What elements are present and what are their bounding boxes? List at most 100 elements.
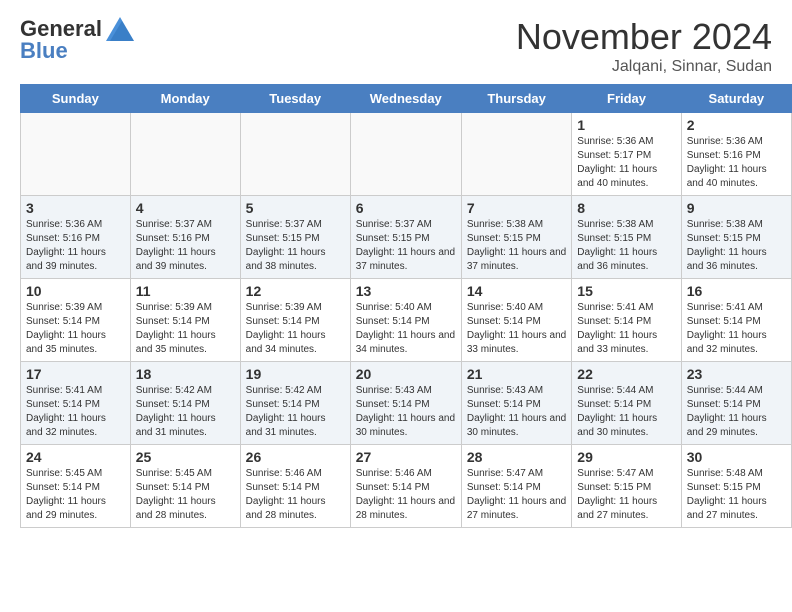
day-number: 17 [26, 366, 125, 382]
day-detail: Sunrise: 5:46 AM Sunset: 5:14 PM Dayligh… [356, 467, 456, 523]
calendar-day-cell: 22Sunrise: 5:44 AM Sunset: 5:14 PM Dayli… [572, 362, 681, 445]
day-number: 7 [467, 200, 566, 216]
day-detail: Sunrise: 5:45 AM Sunset: 5:14 PM Dayligh… [136, 467, 235, 523]
calendar-week-row: 17 Sunrise: 5:41 AM Sunset: 5:14 PM Dayli… [21, 362, 792, 445]
calendar-day-cell: 26Sunrise: 5:46 AM Sunset: 5:14 PM Dayli… [240, 445, 350, 528]
calendar-week-row: 10 Sunrise: 5:39 AM Sunset: 5:14 PM Dayli… [21, 279, 792, 362]
title-section: November 2024 Jalqani, Sinnar, Sudan [516, 16, 772, 76]
day-number: 1 [577, 117, 675, 133]
calendar-day-cell: 21Sunrise: 5:43 AM Sunset: 5:14 PM Dayli… [461, 362, 571, 445]
day-detail: Sunrise: 5:45 AM Sunset: 5:14 PM Dayligh… [26, 467, 125, 523]
calendar-day-cell: 1 Sunrise: 5:36 AM Sunset: 5:17 PM Daylig… [572, 113, 681, 196]
day-detail: Sunrise: 5:36 AM Sunset: 5:16 PM Dayligh… [26, 218, 125, 274]
day-detail: Sunrise: 5:43 AM Sunset: 5:14 PM Dayligh… [356, 384, 456, 440]
calendar-day-cell: 7 Sunrise: 5:38 AM Sunset: 5:15 PM Daylig… [461, 196, 571, 279]
day-detail: Sunrise: 5:41 AM Sunset: 5:14 PM Dayligh… [687, 301, 786, 357]
calendar-week-row: 24 Sunrise: 5:45 AM Sunset: 5:14 PM Dayli… [21, 445, 792, 528]
day-number: 2 [687, 117, 786, 133]
day-detail: Sunrise: 5:42 AM Sunset: 5:14 PM Dayligh… [246, 384, 345, 440]
day-detail: Sunrise: 5:37 AM Sunset: 5:15 PM Dayligh… [356, 218, 456, 274]
location: Jalqani, Sinnar, Sudan [516, 58, 772, 76]
calendar-week-row: 1 Sunrise: 5:36 AM Sunset: 5:17 PM Daylig… [21, 113, 792, 196]
day-number: 29 [577, 449, 675, 465]
calendar-day-cell: 13 Sunrise: 5:40 AM Sunset: 5:14 PM Dayli… [350, 279, 461, 362]
calendar-header-row: SundayMondayTuesdayWednesdayThursdayFrid… [21, 85, 792, 113]
calendar-day-cell: 10 Sunrise: 5:39 AM Sunset: 5:14 PM Dayli… [21, 279, 131, 362]
calendar-day-cell [21, 113, 131, 196]
day-detail: Sunrise: 5:39 AM Sunset: 5:14 PM Dayligh… [26, 301, 125, 357]
calendar-day-cell: 25 Sunrise: 5:45 AM Sunset: 5:14 PM Dayli… [130, 445, 240, 528]
calendar-day-cell: 30 Sunrise: 5:48 AM Sunset: 5:15 PM Dayli… [681, 445, 791, 528]
calendar-day-cell: 3 Sunrise: 5:36 AM Sunset: 5:16 PM Daylig… [21, 196, 131, 279]
day-detail: Sunrise: 5:40 AM Sunset: 5:14 PM Dayligh… [467, 301, 566, 357]
calendar-day-header: Thursday [461, 85, 571, 113]
logo-icon [106, 17, 134, 41]
calendar-day-cell: 29 Sunrise: 5:47 AM Sunset: 5:15 PM Dayli… [572, 445, 681, 528]
day-number: 20 [356, 366, 456, 382]
calendar-day-cell: 5Sunrise: 5:37 AM Sunset: 5:15 PM Daylig… [240, 196, 350, 279]
day-number: 9 [687, 200, 786, 216]
day-number: 21 [467, 366, 566, 382]
day-detail: Sunrise: 5:36 AM Sunset: 5:16 PM Dayligh… [687, 135, 786, 191]
calendar-day-cell [461, 113, 571, 196]
day-number: 3 [26, 200, 125, 216]
day-number: 30 [687, 449, 786, 465]
calendar-day-cell: 15 Sunrise: 5:41 AM Sunset: 5:14 PM Dayli… [572, 279, 681, 362]
calendar-day-cell: 2 Sunrise: 5:36 AM Sunset: 5:16 PM Daylig… [681, 113, 791, 196]
day-detail: Sunrise: 5:38 AM Sunset: 5:15 PM Dayligh… [577, 218, 675, 274]
day-number: 27 [356, 449, 456, 465]
day-detail: Sunrise: 5:40 AM Sunset: 5:14 PM Dayligh… [356, 301, 456, 357]
day-number: 12 [246, 283, 345, 299]
calendar-day-cell: 19Sunrise: 5:42 AM Sunset: 5:14 PM Dayli… [240, 362, 350, 445]
day-detail: Sunrise: 5:44 AM Sunset: 5:14 PM Dayligh… [577, 384, 675, 440]
calendar-day-cell: 14Sunrise: 5:40 AM Sunset: 5:14 PM Dayli… [461, 279, 571, 362]
logo: General Blue [20, 16, 134, 64]
day-detail: Sunrise: 5:47 AM Sunset: 5:14 PM Dayligh… [467, 467, 566, 523]
day-detail: Sunrise: 5:37 AM Sunset: 5:16 PM Dayligh… [136, 218, 235, 274]
calendar-day-cell [240, 113, 350, 196]
calendar-day-header: Friday [572, 85, 681, 113]
day-number: 8 [577, 200, 675, 216]
calendar-day-cell: 17 Sunrise: 5:41 AM Sunset: 5:14 PM Dayli… [21, 362, 131, 445]
day-number: 4 [136, 200, 235, 216]
day-number: 26 [246, 449, 345, 465]
calendar-day-cell: 18 Sunrise: 5:42 AM Sunset: 5:14 PM Dayli… [130, 362, 240, 445]
calendar-day-cell: 27 Sunrise: 5:46 AM Sunset: 5:14 PM Dayli… [350, 445, 461, 528]
day-number: 10 [26, 283, 125, 299]
day-detail: Sunrise: 5:41 AM Sunset: 5:14 PM Dayligh… [26, 384, 125, 440]
day-number: 18 [136, 366, 235, 382]
day-detail: Sunrise: 5:37 AM Sunset: 5:15 PM Dayligh… [246, 218, 345, 274]
day-number: 25 [136, 449, 235, 465]
day-number: 16 [687, 283, 786, 299]
day-detail: Sunrise: 5:36 AM Sunset: 5:17 PM Dayligh… [577, 135, 675, 191]
day-number: 24 [26, 449, 125, 465]
day-detail: Sunrise: 5:47 AM Sunset: 5:15 PM Dayligh… [577, 467, 675, 523]
calendar-day-header: Saturday [681, 85, 791, 113]
day-detail: Sunrise: 5:38 AM Sunset: 5:15 PM Dayligh… [687, 218, 786, 274]
day-detail: Sunrise: 5:42 AM Sunset: 5:14 PM Dayligh… [136, 384, 235, 440]
day-number: 23 [687, 366, 786, 382]
day-number: 13 [356, 283, 456, 299]
calendar-day-cell [350, 113, 461, 196]
calendar-day-header: Monday [130, 85, 240, 113]
logo-blue: Blue [20, 38, 68, 64]
calendar-day-header: Sunday [21, 85, 131, 113]
calendar-day-cell: 24 Sunrise: 5:45 AM Sunset: 5:14 PM Dayli… [21, 445, 131, 528]
calendar-day-cell: 28 Sunrise: 5:47 AM Sunset: 5:14 PM Dayli… [461, 445, 571, 528]
calendar-day-cell: 6 Sunrise: 5:37 AM Sunset: 5:15 PM Daylig… [350, 196, 461, 279]
calendar-day-cell [130, 113, 240, 196]
calendar-day-cell: 16 Sunrise: 5:41 AM Sunset: 5:14 PM Dayli… [681, 279, 791, 362]
day-number: 28 [467, 449, 566, 465]
day-detail: Sunrise: 5:39 AM Sunset: 5:14 PM Dayligh… [246, 301, 345, 357]
day-detail: Sunrise: 5:48 AM Sunset: 5:15 PM Dayligh… [687, 467, 786, 523]
page-header: General Blue November 2024 Jalqani, Sinn… [0, 0, 792, 84]
calendar-day-cell: 12 Sunrise: 5:39 AM Sunset: 5:14 PM Dayli… [240, 279, 350, 362]
day-number: 6 [356, 200, 456, 216]
day-number: 15 [577, 283, 675, 299]
day-detail: Sunrise: 5:38 AM Sunset: 5:15 PM Dayligh… [467, 218, 566, 274]
day-detail: Sunrise: 5:41 AM Sunset: 5:14 PM Dayligh… [577, 301, 675, 357]
calendar-day-header: Wednesday [350, 85, 461, 113]
calendar-day-header: Tuesday [240, 85, 350, 113]
calendar-day-cell: 11Sunrise: 5:39 AM Sunset: 5:14 PM Dayli… [130, 279, 240, 362]
day-detail: Sunrise: 5:44 AM Sunset: 5:14 PM Dayligh… [687, 384, 786, 440]
